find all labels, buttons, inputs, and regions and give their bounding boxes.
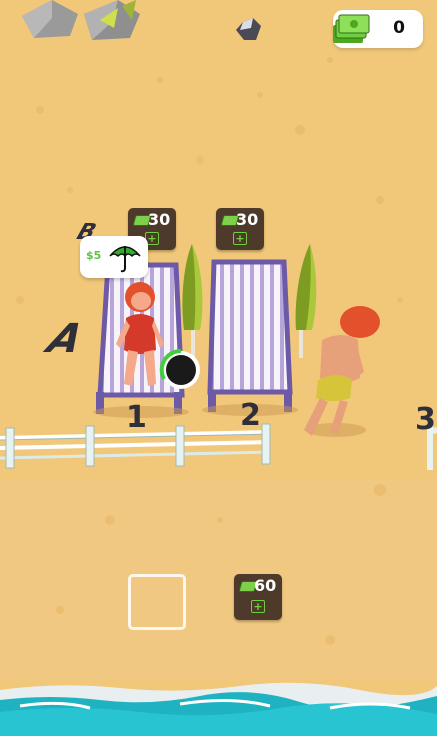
cash-counter: 0 <box>333 10 423 48</box>
request-price: $5 <box>86 249 102 262</box>
sun-lounger-2[interactable] <box>202 259 298 416</box>
beach-scene <box>0 0 437 736</box>
plus-icon: + <box>251 600 265 613</box>
slot-number-3: 3 <box>415 402 436 437</box>
slot-number-1: 1 <box>126 400 147 435</box>
cash-value: 0 <box>393 18 405 38</box>
empty-build-slot[interactable] <box>128 574 186 630</box>
slot-price: 30 <box>148 210 171 229</box>
money-stack-icon <box>333 14 370 43</box>
expansion-price: 60 <box>254 576 277 595</box>
slot-2-price-tag[interactable]: 30 + <box>216 208 264 250</box>
slot-price: 30 <box>236 210 259 229</box>
expansion-price-tag[interactable]: 60 + <box>234 574 282 620</box>
slot-number-2: 2 <box>240 398 261 433</box>
customer-request-bubble: $5 <box>80 236 148 278</box>
service-timer-ring <box>159 348 200 389</box>
umbrella-icon <box>109 246 141 273</box>
plus-icon: + <box>233 232 247 245</box>
